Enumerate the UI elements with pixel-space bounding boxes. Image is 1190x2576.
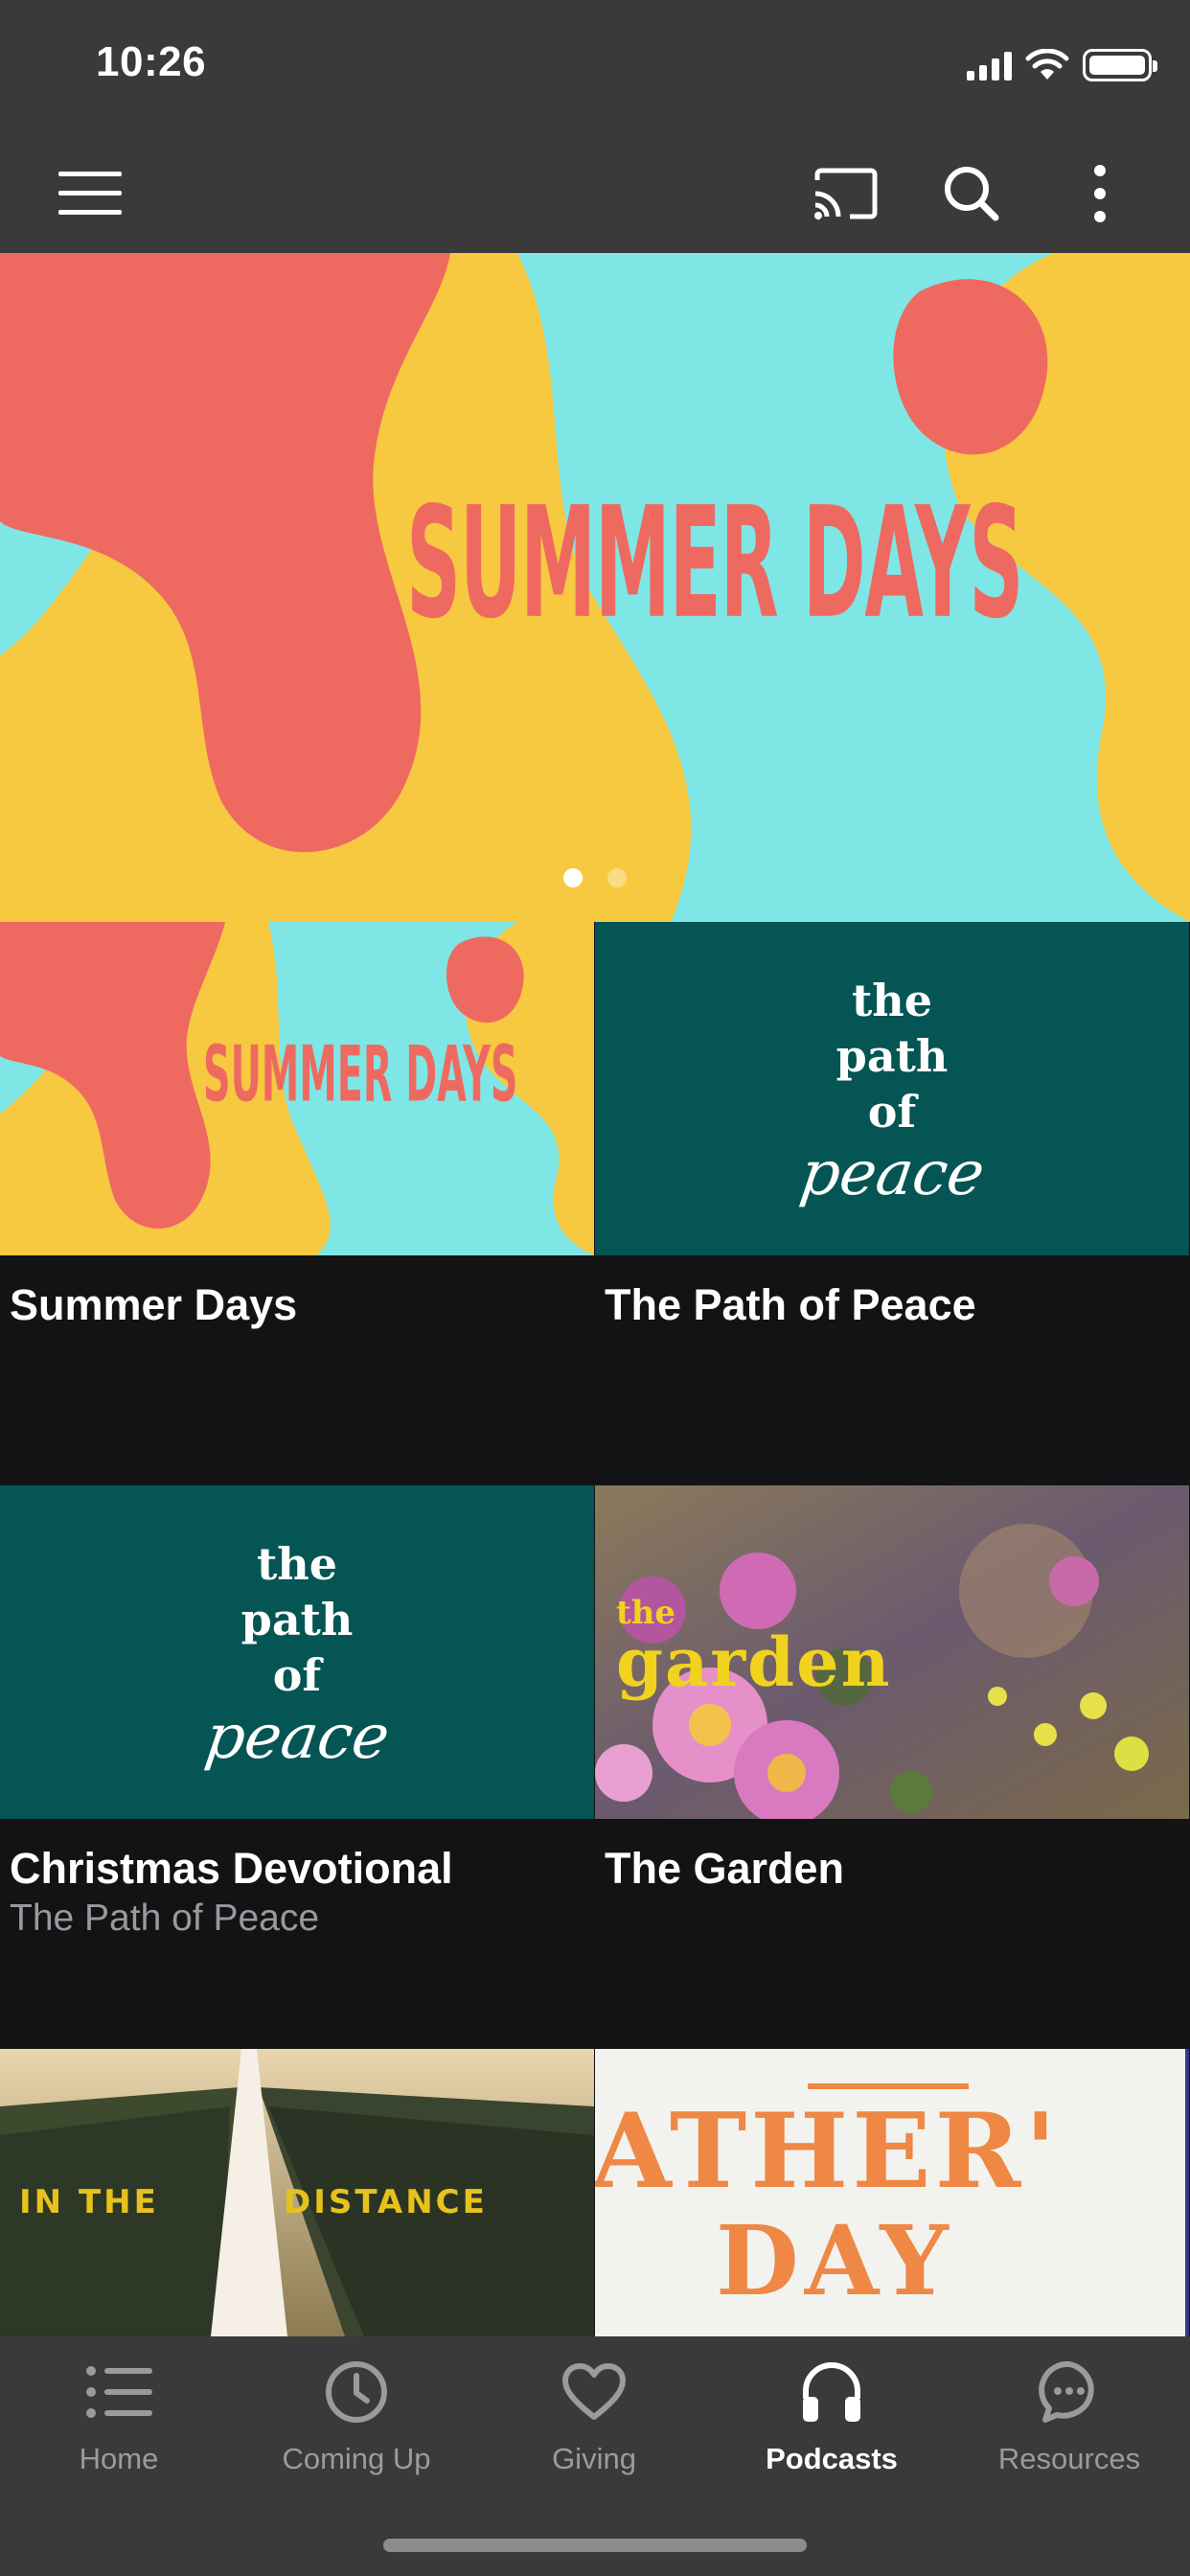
art-word-of: of [867,1086,917,1138]
tab-label: Giving [552,2442,636,2475]
podcast-tile-fathers-day[interactable]: ATHER' DAY [595,2049,1190,2336]
tab-resources[interactable]: Resources [950,2354,1188,2497]
status-time: 10:26 [96,38,207,85]
path-of-peace-thumbnail: the path of peace [0,1485,594,1819]
battery-icon [1083,49,1157,81]
art-word-of: of [272,1649,322,1701]
carousel-dot-2[interactable] [607,868,627,887]
more-vertical-icon[interactable] [1062,155,1138,232]
chat-bubble-icon [1031,2354,1108,2430]
home-indicator[interactable] [383,2539,807,2552]
tile-title: Summer Days [10,1280,298,1329]
art-word-the: the [257,1538,337,1590]
clock-icon [318,2354,395,2430]
cellular-signal-icon [967,50,1012,80]
podcast-tile-the-garden[interactable]: the garden The Garden [595,1485,1190,1893]
cast-icon[interactable] [807,155,883,232]
podcast-tile-in-the-distance[interactable]: IN THE DISTANCE [0,2049,595,2336]
hero-banner-text: SUMMER DAYS [406,474,1023,654]
art-word-peace: peace [200,1702,394,1773]
art-word-peace: peace [795,1138,989,1209]
search-icon[interactable] [933,155,1010,232]
hamburger-menu-icon[interactable] [52,155,128,232]
fathers-day-art-line2: DAY [716,2204,954,2317]
status-bar: 10:26 [0,0,1190,134]
tile-title: Christmas Devotional [10,1844,453,1893]
tile-title: The Garden [605,1844,845,1893]
heart-icon [556,2354,632,2430]
art-word-garden: garden [616,1622,892,1702]
list-icon [80,2354,157,2430]
art-word-path: path [240,1594,354,1645]
tab-podcasts[interactable]: Podcasts [713,2354,950,2497]
tab-label: Resources [997,2442,1141,2475]
tab-home[interactable]: Home [0,2354,238,2497]
status-icons [967,46,1157,84]
path-of-peace-thumbnail: the path of peace [595,922,1189,1255]
garden-art-text: the garden [616,1597,892,1696]
tab-label: Podcasts [766,2442,898,2475]
tab-giving[interactable]: Giving [475,2354,713,2497]
app-bar [0,134,1190,253]
art-word-the: the [852,975,932,1026]
tab-label: Coming Up [282,2442,431,2475]
garden-thumbnail: the garden [595,1485,1189,1819]
podcast-tile-summer-days[interactable]: SUMMER DAYS Summer Days [0,922,595,1329]
distance-art-text-left: IN THE [19,2183,159,2221]
fathers-day-art-line1: ATHER' [595,2091,1061,2212]
carousel-dot-1[interactable] [563,868,583,887]
fathers-day-art-rule [808,2083,969,2089]
summer-days-art-text: SUMMER DAYS [203,1030,518,1120]
tab-label: Home [79,2442,159,2475]
tile-subtitle: The Path of Peace [10,1898,320,1939]
tab-coming-up[interactable]: Coming Up [238,2354,475,2497]
podcast-tile-christmas-devotional[interactable]: the path of peace Christmas Devotional T… [0,1485,595,1939]
fathers-day-art-edge [1185,2049,1189,2336]
tile-title: The Path of Peace [605,1280,976,1329]
fathers-day-thumbnail: ATHER' DAY [595,2049,1189,2336]
headphones-icon [793,2354,870,2430]
carousel-page-indicator[interactable] [0,868,1190,887]
distance-art-text-right: DISTANCE [284,2183,488,2221]
hero-carousel[interactable]: SUMMER DAYS [0,253,1190,922]
art-word-path: path [835,1030,949,1082]
summer-days-thumbnail: SUMMER DAYS [0,922,594,1255]
podcast-tile-path-of-peace[interactable]: the path of peace The Path of Peace [595,922,1190,1329]
in-the-distance-thumbnail: IN THE DISTANCE [0,2049,594,2336]
wifi-icon [1025,49,1069,80]
